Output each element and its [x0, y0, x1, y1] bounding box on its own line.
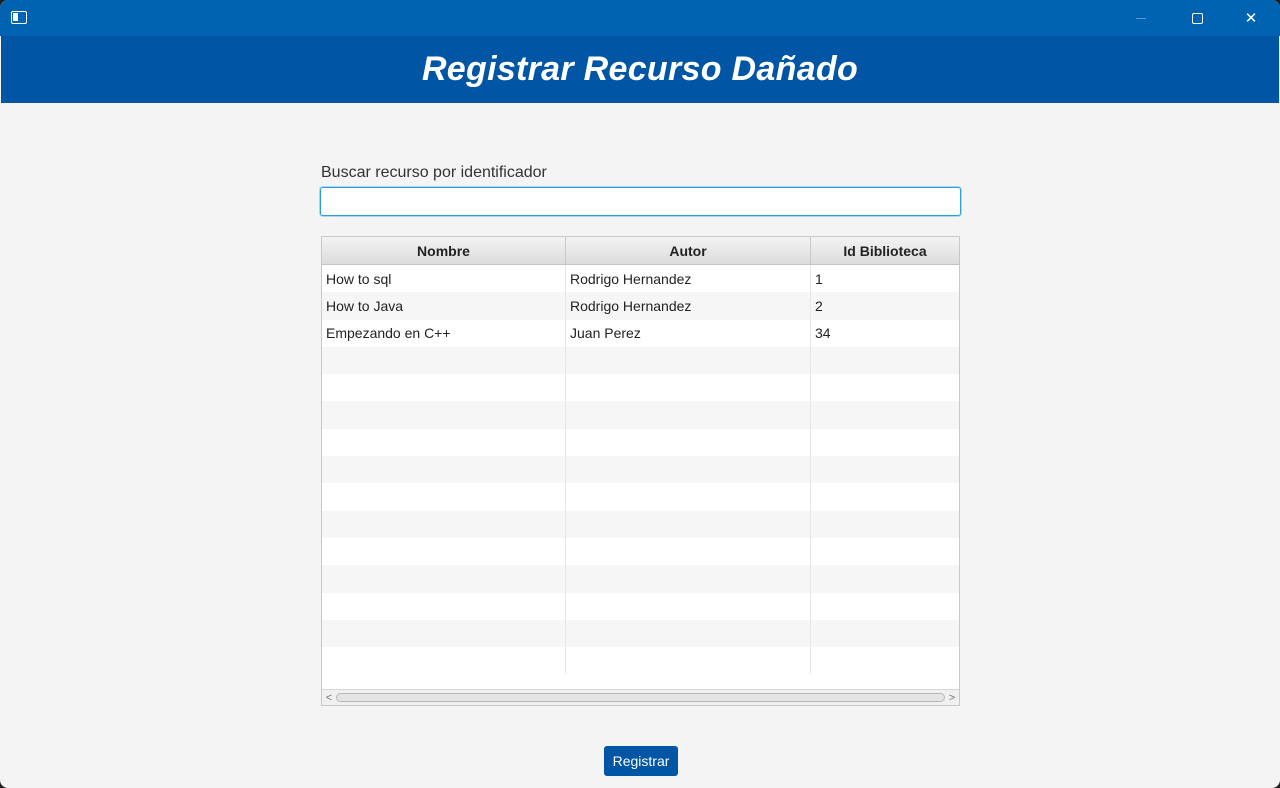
table-cell	[566, 456, 811, 484]
table-header: Nombre Autor Id Biblioteca	[322, 237, 959, 265]
table-cell: 2	[815, 297, 823, 314]
scroll-left-icon[interactable]: <	[322, 690, 336, 705]
table-row[interactable]	[322, 401, 959, 429]
column-header-id-biblioteca[interactable]: Id Biblioteca	[811, 237, 959, 265]
table-row[interactable]	[322, 619, 959, 648]
table-row[interactable]	[322, 346, 959, 375]
table-row[interactable]: How to sql Rodrigo Hernandez 1	[322, 265, 959, 293]
minimize-button[interactable]	[1118, 0, 1164, 36]
window-app-icon[interactable]	[11, 11, 27, 24]
table-row[interactable]	[322, 647, 959, 675]
table-row[interactable]	[322, 565, 959, 593]
table-row[interactable]	[322, 510, 959, 538]
table-cell	[811, 483, 959, 510]
table-cell	[566, 619, 811, 648]
page-header: Registrar Recurso Dañado	[1, 36, 1279, 103]
table-cell	[322, 510, 566, 538]
table-cell	[322, 619, 566, 648]
table-cell	[322, 537, 566, 566]
table-cell	[566, 565, 811, 593]
table-cell	[811, 511, 959, 538]
table-cell	[566, 346, 811, 375]
maximize-button[interactable]	[1174, 0, 1220, 36]
table-cell	[566, 401, 811, 429]
table-row[interactable]	[322, 456, 959, 484]
table-cell: Rodrigo Hernandez	[566, 265, 811, 293]
table-cell	[811, 374, 959, 401]
resources-table[interactable]: Nombre Autor Id Biblioteca How to sql Rod…	[321, 236, 960, 706]
column-header-autor[interactable]: Autor	[566, 237, 811, 265]
table-cell	[811, 620, 959, 647]
table-cell	[322, 374, 566, 402]
table-cell: 1	[815, 270, 823, 287]
table-cell: Empezando en C++	[322, 319, 566, 347]
search-input[interactable]	[320, 187, 961, 216]
table-cell	[811, 456, 959, 483]
table-cell	[566, 592, 811, 620]
page-title: Registrar Recurso Dañado	[421, 50, 859, 88]
table-cell	[566, 483, 811, 511]
table-cell	[566, 510, 811, 538]
table-cell	[322, 647, 566, 675]
table-cell	[566, 374, 811, 402]
table-cell: Rodrigo Hernandez	[566, 292, 811, 320]
title-bar[interactable]: ✕	[0, 0, 1280, 36]
column-header-nombre[interactable]: Nombre	[322, 237, 566, 265]
table-cell	[322, 592, 566, 620]
table-cell	[566, 537, 811, 566]
table-row[interactable]	[322, 374, 959, 402]
table-cell	[322, 428, 566, 457]
table-cell	[811, 401, 959, 428]
search-label: Buscar recurso por identificador	[321, 164, 547, 181]
close-icon: ✕	[1244, 10, 1258, 27]
table-cell: 34	[815, 325, 831, 342]
table-cell: How to Java	[322, 292, 566, 320]
close-button[interactable]: ✕	[1228, 0, 1274, 36]
table-cell	[322, 456, 566, 484]
table-cell	[811, 538, 959, 565]
scroll-right-icon[interactable]: >	[945, 690, 959, 705]
table-row[interactable]	[322, 592, 959, 620]
table-cell	[811, 565, 959, 592]
table-cell	[322, 346, 566, 375]
table-row[interactable]	[322, 428, 959, 457]
register-button[interactable]: Registrar	[604, 746, 678, 776]
table-cell	[566, 428, 811, 457]
table-row[interactable]	[322, 483, 959, 511]
horizontal-scrollbar[interactable]: < >	[322, 689, 959, 705]
table-cell	[811, 647, 959, 674]
table-cell	[811, 593, 959, 620]
table-cell	[322, 483, 566, 511]
minimize-icon	[1136, 17, 1146, 19]
table-row[interactable]	[322, 537, 959, 566]
table-row[interactable]: Empezando en C++ Juan Perez 34	[322, 319, 959, 347]
table-cell	[322, 401, 566, 429]
app-window: ✕ Registrar Recurso Dañado Buscar recurs…	[0, 0, 1280, 788]
table-body: How to sql Rodrigo Hernandez 1 How to Java R…	[322, 265, 959, 675]
table-row[interactable]: How to Java Rodrigo Hernandez 2	[322, 292, 959, 320]
table-cell: Juan Perez	[566, 319, 811, 347]
table-cell	[322, 565, 566, 593]
table-cell	[566, 647, 811, 675]
table-cell: How to sql	[322, 265, 566, 293]
maximize-icon	[1191, 12, 1203, 24]
scrollbar-thumb[interactable]	[336, 693, 945, 702]
table-cell	[811, 429, 959, 456]
table-cell	[811, 347, 959, 374]
